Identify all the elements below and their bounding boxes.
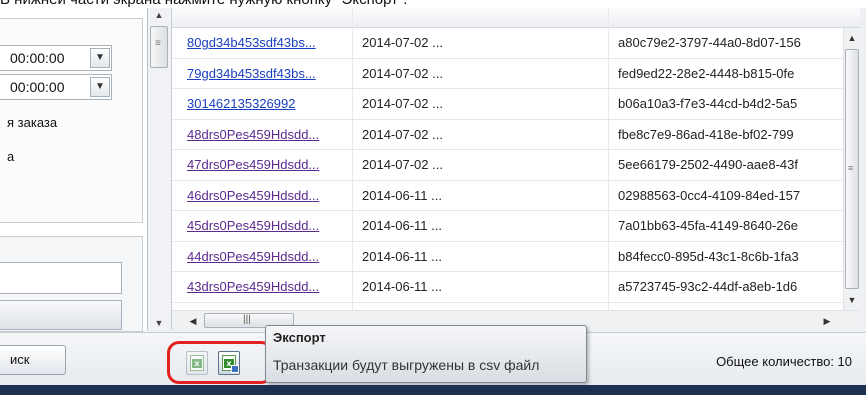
date-from-field[interactable]: 00:00:00 ▼: [0, 45, 112, 71]
transaction-uuid: 02988563-0cc4-4109-84ed-157: [618, 187, 801, 203]
instruction-caption: В нижней части экрана нажмите нужную кно…: [0, 0, 866, 8]
tooltip-text: Транзакции будут выгружены в csv файл: [273, 357, 540, 373]
order-type-label: я заказа: [7, 115, 58, 130]
table-row[interactable]: 43drs0Pes459Hdsdd... 2014-06-11 ... a57237…: [172, 272, 860, 303]
transaction-uuid: a5723745-93c2-44df-a8eb-1d6: [618, 279, 798, 294]
grip-icon: ≡: [155, 38, 161, 49]
transaction-uuid: 5ee66179-2502-4490-aae8-43f: [618, 157, 798, 172]
transaction-date: 2014-07-02 ...: [362, 126, 443, 142]
transaction-id-link[interactable]: 46drs0Pes459Hdsdd...: [187, 181, 347, 211]
transaction-uuid: fed9ed22-28e2-4448-b815-0fe: [618, 65, 795, 81]
table-row[interactable]: 301462135326992 2014-07-02 ... b06a10a3-f7…: [172, 89, 860, 120]
transaction-id-link[interactable]: 79gd34b453sdf43bs...: [187, 59, 347, 89]
scroll-thumb[interactable]: ≡: [845, 49, 859, 289]
transaction-date: 2014-07-02 ...: [362, 157, 443, 172]
transaction-uuid: b06a10a3-f7e3-44cd-b4d2-5a5: [618, 96, 798, 111]
grip-icon: |||: [243, 314, 251, 325]
search-input[interactable]: [0, 262, 122, 294]
filter-box: 00:00:00 ▼ 00:00:00 ▼ я заказа а: [0, 18, 143, 223]
grip-icon: ≡: [848, 163, 854, 173]
filter-option-label: а: [7, 149, 15, 164]
transaction-date: 2014-07-02 ...: [362, 65, 443, 81]
table-row[interactable]: 45drs0Pes459Hdsdd... 2014-06-11 ... 7a01bb…: [172, 211, 860, 242]
table-row[interactable]: 44drs0Pes459Hdsdd... 2014-06-11 ... b84fec…: [172, 242, 860, 272]
transaction-date: 2014-07-02 ...: [362, 35, 443, 50]
transaction-id-link[interactable]: 48drs0Pes459Hdsdd...: [187, 120, 347, 150]
transaction-id-link[interactable]: 301462135326992: [187, 89, 347, 119]
total-count: Общее количество: 10: [716, 354, 852, 369]
search-button[interactable]: иск: [0, 345, 66, 375]
scroll-thumb[interactable]: ≡: [150, 26, 168, 68]
transaction-date: 2014-06-11 ...: [362, 218, 442, 233]
table-row[interactable]: 80gd34b453sdf43bs... 2014-07-02 ... a80c79…: [172, 28, 860, 59]
export-highlight-ring: [167, 341, 273, 384]
grid-vertical-scrollbar[interactable]: ▲ ≡ ▼: [843, 28, 860, 310]
transaction-id-link[interactable]: 44drs0Pes459Hdsdd...: [187, 242, 347, 272]
transaction-uuid: b84fecc0-895d-43c1-8c6b-1fa3: [618, 248, 799, 264]
transaction-date: 2014-06-11 ...: [362, 248, 442, 264]
export-tooltip: Экспорт Транзакции будут выгружены в csv…: [265, 325, 587, 383]
transaction-date: 2014-07-02 ...: [362, 96, 443, 111]
scroll-left-icon[interactable]: ◀: [186, 314, 200, 328]
scroll-right-icon[interactable]: ▶: [820, 314, 834, 328]
transaction-date: 2014-06-11 ...: [362, 187, 442, 203]
scroll-up-icon[interactable]: ▲: [846, 31, 858, 45]
transactions-grid: 80gd34b453sdf43bs... 2014-07-02 ... a80c79…: [172, 8, 860, 330]
transaction-id-link[interactable]: 80gd34b453sdf43bs...: [187, 28, 347, 58]
taskbar-strip: [0, 385, 866, 395]
transaction-uuid: 7a01bb63-45fa-4149-8640-26e: [618, 218, 798, 233]
transaction-uuid: a80c79e2-3797-44a0-8d07-156: [618, 35, 801, 50]
chevron-down-icon[interactable]: ▼: [90, 48, 110, 68]
grid-rows: 80gd34b453sdf43bs... 2014-07-02 ... a80c79…: [172, 28, 860, 330]
scroll-up-icon[interactable]: ▲: [152, 8, 166, 22]
table-row[interactable]: 48drs0Pes459Hdsdd... 2014-07-02 ... fbe8c7…: [172, 120, 860, 150]
date-to-value: 00:00:00: [10, 79, 65, 95]
chevron-down-icon[interactable]: ▼: [90, 77, 110, 97]
filter-panel: 00:00:00 ▼ 00:00:00 ▼ я заказа а: [0, 8, 148, 332]
search-option-button[interactable]: [0, 300, 122, 330]
tooltip-title: Экспорт: [273, 330, 326, 345]
transaction-date: 2014-06-11 ...: [362, 279, 442, 294]
table-row[interactable]: 79gd34b453sdf43bs... 2014-07-02 ... fed9ed…: [172, 59, 860, 89]
app-window: 00:00:00 ▼ 00:00:00 ▼ я заказа а ▲ ≡ ▼ 8…: [0, 8, 866, 395]
grid-header: [172, 8, 860, 28]
transaction-uuid: fbe8c7e9-86ad-418e-bf02-799: [618, 126, 794, 142]
scroll-down-icon[interactable]: ▼: [846, 293, 858, 307]
table-row[interactable]: 47drs0Pes459Hdsdd... 2014-07-02 ... 5ee661…: [172, 150, 860, 181]
transaction-id-link[interactable]: 47drs0Pes459Hdsdd...: [187, 150, 347, 180]
transaction-id-link[interactable]: 45drs0Pes459Hdsdd...: [187, 211, 347, 241]
scroll-down-icon[interactable]: ▼: [152, 316, 166, 330]
panel-scrollbar[interactable]: ▲ ≡ ▼: [148, 8, 172, 330]
date-to-field[interactable]: 00:00:00 ▼: [0, 74, 112, 100]
table-row[interactable]: 46drs0Pes459Hdsdd... 2014-06-11 ... 029885…: [172, 181, 860, 211]
transaction-id-link[interactable]: 43drs0Pes459Hdsdd...: [187, 272, 347, 302]
date-from-value: 00:00:00: [10, 50, 65, 66]
